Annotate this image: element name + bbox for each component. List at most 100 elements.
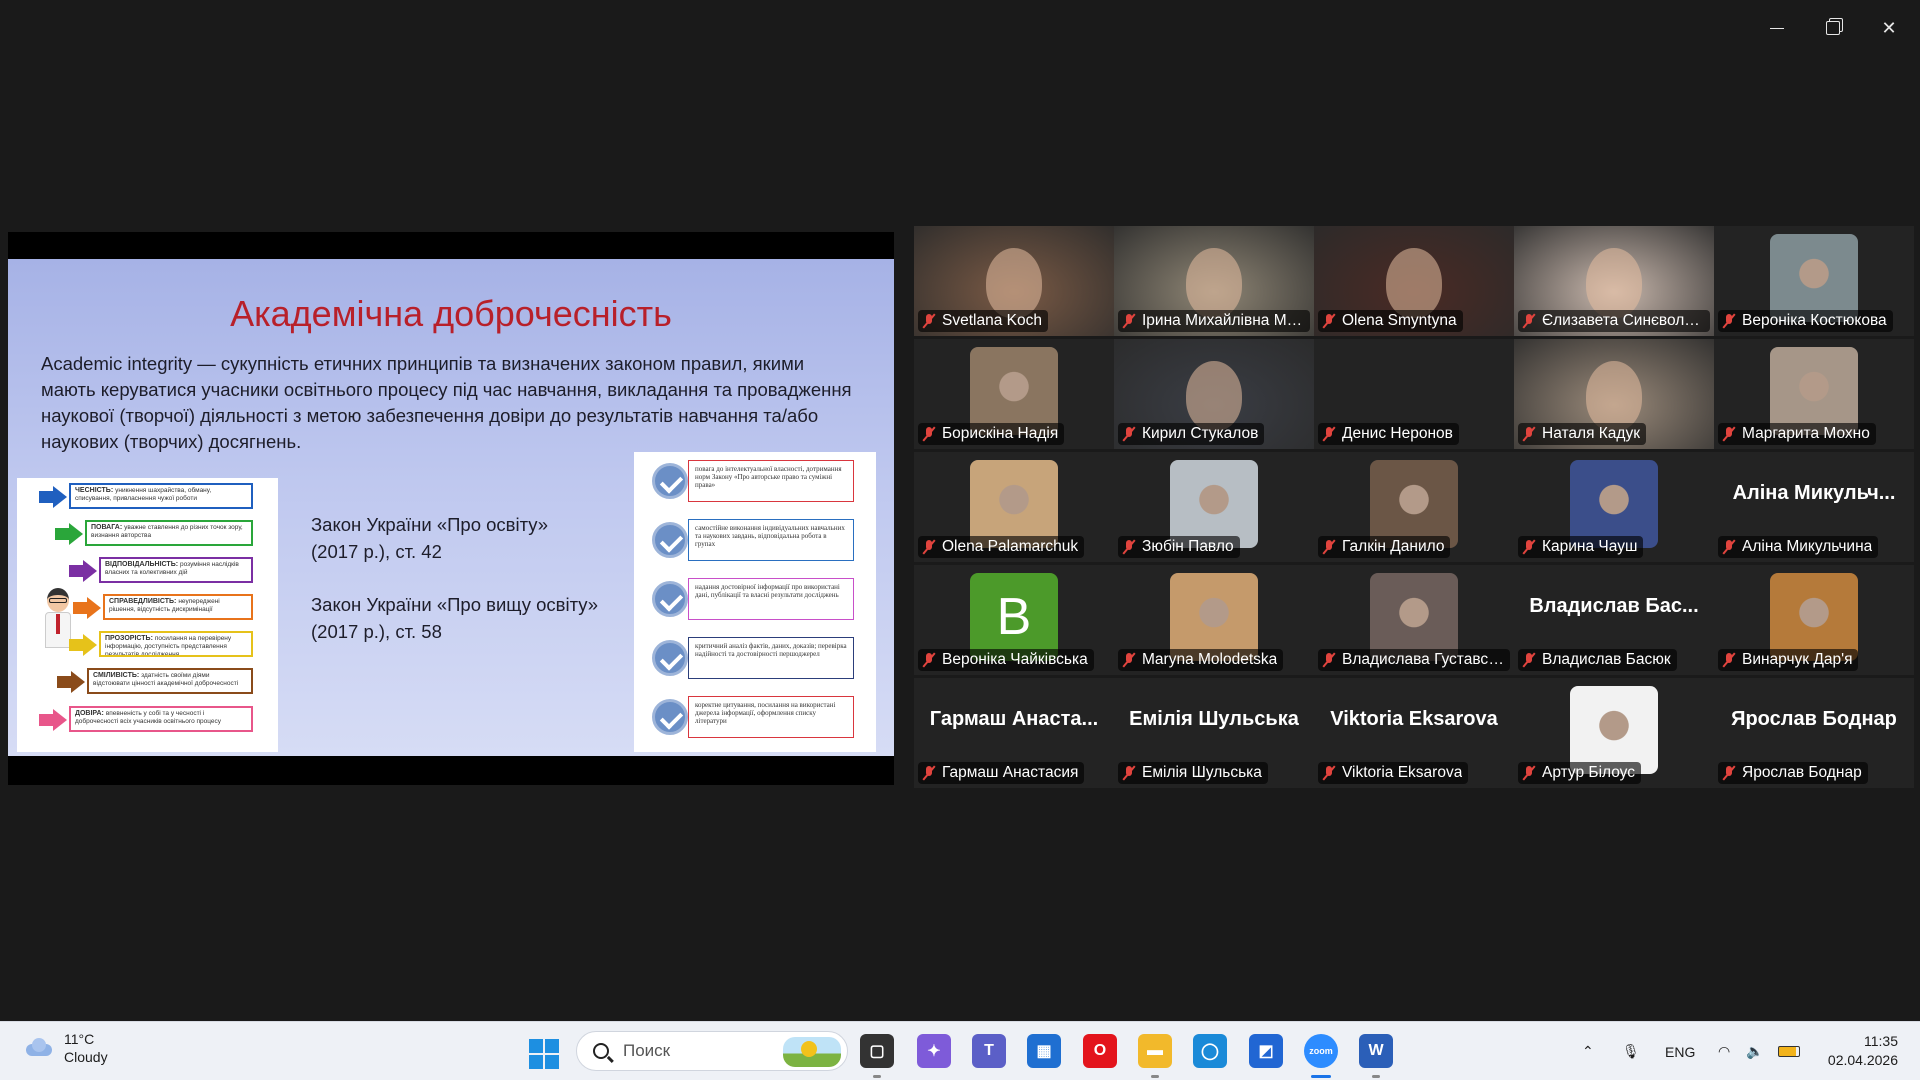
participant-tile[interactable]: Гармаш Анаста... Гармаш Анастасия	[914, 678, 1114, 788]
wifi-icon[interactable]: ◠	[1718, 1022, 1730, 1080]
participant-name-label: Маргарита Мохно	[1718, 423, 1876, 445]
participant-tile[interactable]: Ірина Михайлівна Милос...	[1114, 226, 1314, 336]
word-icon[interactable]: W	[1359, 1034, 1393, 1068]
slide-definition: Academic integrity — сукупність етичних …	[41, 353, 852, 452]
muted-mic-icon	[1122, 539, 1136, 555]
checklist-text: коректне цитування, посилання на викорис…	[688, 696, 854, 738]
copilot-icon[interactable]: ✦	[917, 1034, 951, 1068]
muted-mic-icon	[1122, 313, 1136, 329]
participant-display-name: Гармаш Анаста...	[929, 708, 1099, 730]
system-clock[interactable]: 11:35 02.04.2026	[1828, 1032, 1898, 1070]
participant-name: Артур Білоус	[1542, 764, 1635, 781]
participant-avatar	[970, 460, 1058, 548]
participant-name-label: Артур Білоус	[1518, 762, 1641, 784]
participant-display-name: Владислав Бас...	[1529, 595, 1699, 617]
opera-icon[interactable]: O	[1083, 1034, 1117, 1068]
participant-tile[interactable]: Viktoria Eksarova Viktoria Eksarova	[1314, 678, 1514, 788]
muted-mic-icon	[922, 539, 936, 555]
cortana-icon[interactable]: ◯	[1193, 1034, 1227, 1068]
store-icon[interactable]: ▦	[1027, 1034, 1061, 1068]
participant-face	[1586, 361, 1642, 431]
muted-mic-icon	[922, 313, 936, 329]
language-indicator[interactable]: ENG	[1665, 1022, 1695, 1080]
participant-tile[interactable]: Зюбін Павло	[1114, 452, 1314, 562]
participant-name: Вероніка Чайківська	[942, 651, 1088, 668]
participant-avatar	[970, 347, 1058, 435]
show-hidden-icons-button[interactable]: ⌃	[1582, 1022, 1594, 1080]
clock-date: 02.04.2026	[1827, 1052, 1898, 1068]
muted-mic-icon	[1522, 652, 1536, 668]
app-icon[interactable]: ◩	[1249, 1034, 1283, 1068]
participant-avatar: B	[970, 573, 1058, 661]
running-indicator	[1311, 1075, 1331, 1078]
checklist-text: надання достовірної інформації про викор…	[688, 578, 854, 620]
infographic-box: ЧЕСНІСТЬ: уникнення шахрайства, обману, …	[69, 483, 253, 509]
participant-tile[interactable]: Емілія Шульська Емілія Шульська	[1114, 678, 1314, 788]
participant-tile[interactable]: B Вероніка Чайківська	[914, 565, 1114, 675]
participant-name-label: Владислав Басюк	[1518, 649, 1677, 671]
participant-tile[interactable]: Владислава Густавсон...	[1314, 565, 1514, 675]
file-explorer-icon[interactable]: ▬	[1138, 1034, 1172, 1068]
muted-mic-icon	[1522, 539, 1536, 555]
muted-mic-icon	[1322, 313, 1336, 329]
participant-display-name: Емілія Шульська	[1129, 708, 1299, 730]
participant-tile[interactable]: Maryna Molodetska	[1114, 565, 1314, 675]
start-windows-icon[interactable]	[529, 1039, 559, 1069]
participant-tile[interactable]: Карина Чауш	[1514, 452, 1714, 562]
participant-tile[interactable]: Владислав Бас... Владислав Басюк	[1514, 565, 1714, 675]
muted-mic-icon	[1722, 313, 1736, 329]
infographic-box: СПРАВЕДЛИВІСТЬ: неупереджені рішення, ві…	[103, 594, 253, 620]
restore-button[interactable]	[1818, 14, 1848, 42]
checklist-item: надання достовірної інформації про викор…	[652, 578, 870, 620]
participant-tile[interactable]: Olena Palamarchuk	[914, 452, 1114, 562]
participant-name: Борискіна Надія	[942, 425, 1059, 442]
infographic-label: ПОВАГА:	[91, 524, 125, 531]
participant-tile[interactable]: Svetlana Koch	[914, 226, 1114, 336]
participant-tile[interactable]: Аліна Микульч... Аліна Микульчина	[1714, 452, 1914, 562]
cloud-icon	[22, 1038, 54, 1058]
infographic-box: ДОВІРА: впевненість у собі та у чесності…	[69, 706, 253, 732]
participant-tile[interactable]: Єлизавета Синєволно...	[1514, 226, 1714, 336]
microphone-icon[interactable]: 🎙	[1622, 1022, 1640, 1080]
participant-name-label: Аліна Микульчина	[1718, 536, 1879, 558]
participant-tile[interactable]: Денис Неронов	[1314, 339, 1514, 449]
participant-tile[interactable]: Кирил Стукалов	[1114, 339, 1314, 449]
participant-tile[interactable]: Olena Smyntyna	[1314, 226, 1514, 336]
participant-face	[986, 248, 1042, 318]
zoom-icon[interactable]: zoom	[1304, 1034, 1338, 1068]
infographic-box: ВІДПОВІДАЛЬНІСТЬ: розуміння наслідків вл…	[99, 557, 253, 583]
muted-mic-icon	[1522, 426, 1536, 442]
volume-icon[interactable]: 🔈	[1746, 1022, 1763, 1080]
muted-mic-icon	[1522, 313, 1536, 329]
muted-mic-icon	[1722, 765, 1736, 781]
participant-tile[interactable]: Винарчук Дар'я	[1714, 565, 1914, 675]
participant-name-label: Винарчук Дар'я	[1718, 649, 1859, 671]
participant-tile[interactable]: Вероніка Костюкова	[1714, 226, 1914, 336]
teams-icon[interactable]: T	[972, 1034, 1006, 1068]
taskbar-search[interactable]: Поиск	[576, 1031, 848, 1071]
checklist-item: критичний аналіз фактів, даних, доказів;…	[652, 637, 870, 679]
participant-tile[interactable]: Ярослав Боднар Ярослав Боднар	[1714, 678, 1914, 788]
infographic-label: ДОВІРА:	[75, 710, 106, 717]
participant-name: Svetlana Koch	[942, 312, 1042, 329]
muted-mic-icon	[1722, 652, 1736, 668]
close-button[interactable]: ✕	[1874, 14, 1904, 42]
participant-tile[interactable]: Артур Білоус	[1514, 678, 1714, 788]
shared-screen[interactable]: Академічна доброчесність Academic integr…	[8, 232, 894, 785]
weather-widget[interactable]: 11°C Cloudy	[22, 1030, 108, 1066]
minimize-button[interactable]	[1762, 14, 1792, 42]
task-view-icon[interactable]: ▢	[860, 1034, 894, 1068]
checkmark-icon	[652, 463, 688, 499]
participant-tile[interactable]: Борискіна Надія	[914, 339, 1114, 449]
participant-tile[interactable]: Наталя Кадук	[1514, 339, 1714, 449]
participant-tile[interactable]: Галкін Данило	[1314, 452, 1514, 562]
participant-name-label: Olena Smyntyna	[1318, 310, 1463, 332]
participant-tile[interactable]: Маргарита Мохно	[1714, 339, 1914, 449]
participant-name-label: Ярослав Боднар	[1718, 762, 1868, 784]
battery-icon[interactable]	[1778, 1022, 1800, 1080]
infographic-label: СМІЛИВІСТЬ:	[93, 672, 142, 679]
participant-avatar	[1770, 347, 1858, 435]
participant-name: Кирил Стукалов	[1142, 425, 1259, 442]
participant-name-label: Владислава Густавсон...	[1318, 649, 1510, 671]
participant-name-label: Вероніка Костюкова	[1718, 310, 1893, 332]
